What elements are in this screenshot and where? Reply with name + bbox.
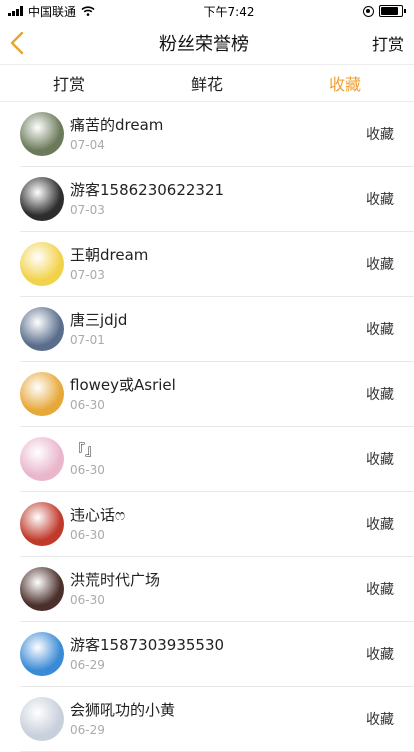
favorite-label: 收藏 bbox=[366, 257, 394, 273]
fan-name: 『』 bbox=[70, 441, 101, 459]
fan-date: 07-03 bbox=[70, 268, 105, 282]
nav-bar: 粉丝荣誉榜 打赏 bbox=[0, 22, 414, 64]
battery-tip bbox=[404, 9, 406, 13]
status-left: 中国联通 bbox=[8, 3, 95, 20]
fan-date: 06-29 bbox=[70, 658, 105, 672]
favorite-label: 收藏 bbox=[366, 517, 394, 533]
list-item[interactable]: 痛苦的dream 07-04 收藏 bbox=[20, 102, 414, 167]
fan-date: 06-30 bbox=[70, 593, 105, 607]
list-item[interactable]: 会狮吼功的小黄 06-29 收藏 bbox=[20, 687, 414, 752]
list-item[interactable]: flowey或Asriel 06-30 收藏 bbox=[20, 362, 414, 427]
fan-name: 违心话ෆ bbox=[70, 506, 126, 524]
list-item[interactable]: 洪荒时代广场 06-30 收藏 bbox=[20, 557, 414, 622]
tab-bar: 打赏 鲜花 收藏 bbox=[0, 64, 414, 102]
signal-icon bbox=[8, 6, 23, 16]
reward-button[interactable]: 打赏 bbox=[372, 31, 404, 55]
favorite-label: 收藏 bbox=[366, 582, 394, 598]
fan-name: 游客1587303935530 bbox=[70, 636, 225, 654]
avatar[interactable] bbox=[20, 632, 64, 676]
wifi-icon bbox=[81, 6, 95, 16]
fan-date: 07-01 bbox=[70, 333, 105, 347]
avatar[interactable] bbox=[20, 242, 64, 286]
fan-name: flowey或Asriel bbox=[70, 376, 176, 394]
favorite-label: 收藏 bbox=[366, 192, 394, 208]
favorite-label: 收藏 bbox=[366, 452, 394, 468]
fan-info: 唐三jdjd 07-01 bbox=[70, 310, 366, 348]
tab-favorites[interactable]: 收藏 bbox=[276, 71, 414, 95]
status-time: 下午7:42 bbox=[203, 4, 255, 19]
avatar[interactable] bbox=[20, 372, 64, 416]
fan-info: 违心话ෆ 06-30 bbox=[70, 505, 366, 543]
battery-icon bbox=[379, 5, 403, 17]
status-bar: 中国联通 下午7:42 bbox=[0, 0, 414, 22]
rotation-lock-icon bbox=[363, 5, 374, 17]
avatar[interactable] bbox=[20, 437, 64, 481]
fan-info: 游客1587303935530 06-29 bbox=[70, 635, 366, 673]
list-item[interactable]: 唐三jdjd 07-01 收藏 bbox=[20, 297, 414, 362]
fan-info: 会狮吼功的小黄 06-29 bbox=[70, 700, 366, 738]
page-title: 粉丝荣誉榜 bbox=[158, 34, 249, 55]
tab-flowers[interactable]: 鲜花 bbox=[138, 71, 276, 95]
list-item[interactable]: 『』 06-30 收藏 bbox=[20, 427, 414, 492]
fan-name: 游客1586230622321 bbox=[70, 181, 225, 199]
fan-date: 07-03 bbox=[70, 203, 105, 217]
avatar[interactable] bbox=[20, 567, 64, 611]
status-right bbox=[363, 5, 406, 17]
list-item[interactable]: 游客1586230622321 07-03 收藏 bbox=[20, 167, 414, 232]
back-button[interactable] bbox=[8, 27, 36, 59]
fan-name: 痛苦的dream bbox=[70, 116, 164, 134]
fan-info: 游客1586230622321 07-03 bbox=[70, 180, 366, 218]
fan-name: 洪荒时代广场 bbox=[70, 571, 161, 589]
fan-name: 会狮吼功的小黄 bbox=[70, 701, 176, 719]
list-item[interactable]: 游客1587303935530 06-29 收藏 bbox=[20, 622, 414, 687]
favorite-label: 收藏 bbox=[366, 127, 394, 143]
avatar[interactable] bbox=[20, 112, 64, 156]
tab-reward[interactable]: 打赏 bbox=[0, 71, 138, 95]
fan-info: 王朝dream 07-03 bbox=[70, 245, 366, 283]
fan-date: 06-30 bbox=[70, 463, 105, 477]
favorite-label: 收藏 bbox=[366, 387, 394, 403]
fan-date: 07-04 bbox=[70, 138, 105, 152]
favorite-label: 收藏 bbox=[366, 712, 394, 728]
avatar[interactable] bbox=[20, 502, 64, 546]
carrier-label: 中国联通 bbox=[28, 4, 77, 19]
avatar[interactable] bbox=[20, 307, 64, 351]
fan-info: 洪荒时代广场 06-30 bbox=[70, 570, 366, 608]
fan-name: 唐三jdjd bbox=[70, 311, 128, 329]
favorite-label: 收藏 bbox=[366, 322, 394, 338]
fan-list: 痛苦的dream 07-04 收藏 游客1586230622321 07-03 收藏 王朝d… bbox=[0, 102, 414, 752]
list-item[interactable]: 违心话ෆ 06-30 收藏 bbox=[20, 492, 414, 557]
avatar[interactable] bbox=[20, 697, 64, 741]
fan-date: 06-30 bbox=[70, 528, 105, 542]
fan-info: 痛苦的dream 07-04 bbox=[70, 115, 366, 153]
list-item[interactable]: 王朝dream 07-03 收藏 bbox=[20, 232, 414, 297]
fan-date: 06-30 bbox=[70, 398, 105, 412]
fan-info: 『』 06-30 bbox=[70, 440, 366, 478]
chevron-left-icon bbox=[10, 31, 24, 55]
favorite-label: 收藏 bbox=[366, 647, 394, 663]
fan-name: 王朝dream bbox=[70, 246, 149, 264]
fan-info: flowey或Asriel 06-30 bbox=[70, 375, 366, 413]
avatar[interactable] bbox=[20, 177, 64, 221]
